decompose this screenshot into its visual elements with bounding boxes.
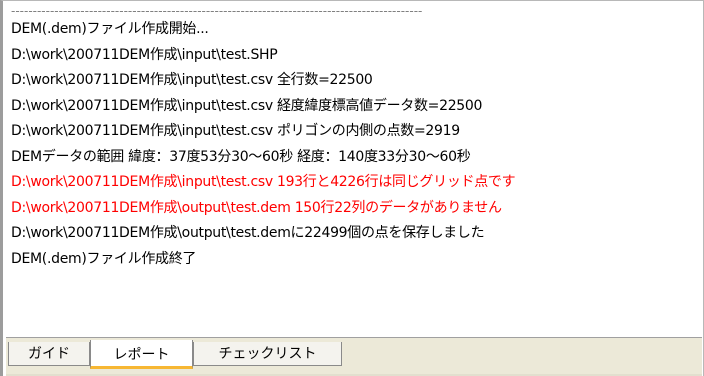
report-line: D:\work\200711DEM作成\input\test.SHP xyxy=(11,46,278,63)
tab-guide[interactable]: ガイド xyxy=(8,342,90,366)
report-line: DEMデータの範囲 緯度：37度53分30～60秒 経度：140度33分30～6… xyxy=(11,148,471,165)
tab-checklist[interactable]: チェックリスト xyxy=(193,342,342,366)
report-error-line: D:\work\200711DEM作成\input\test.csv 193行と… xyxy=(11,174,516,190)
report-line: DEM(.dem)ファイル作成終了 xyxy=(11,250,197,267)
report-separator: ----------------------------------------… xyxy=(11,4,423,17)
report-line: D:\work\200711DEM作成\input\test.csv 経度緯度標… xyxy=(11,97,483,114)
report-log[interactable]: ----------------------------------------… xyxy=(11,3,697,333)
report-error-line: D:\work\200711DEM作成\output\test.dem 150行… xyxy=(11,199,502,216)
report-line: D:\work\200711DEM作成\input\test.csv ポリゴンの… xyxy=(11,123,460,139)
report-line: D:\work\200711DEM作成\input\test.csv 全行数=2… xyxy=(11,72,373,88)
report-line: D:\work\200711DEM作成\output\test.demに2249… xyxy=(11,225,485,241)
report-pane: ----------------------------------------… xyxy=(0,0,704,376)
tab-bar: ガイド レポート チェックリスト xyxy=(6,337,702,376)
report-line: DEM(.dem)ファイル作成開始... xyxy=(11,21,209,37)
tab-report[interactable]: レポート xyxy=(90,340,193,369)
